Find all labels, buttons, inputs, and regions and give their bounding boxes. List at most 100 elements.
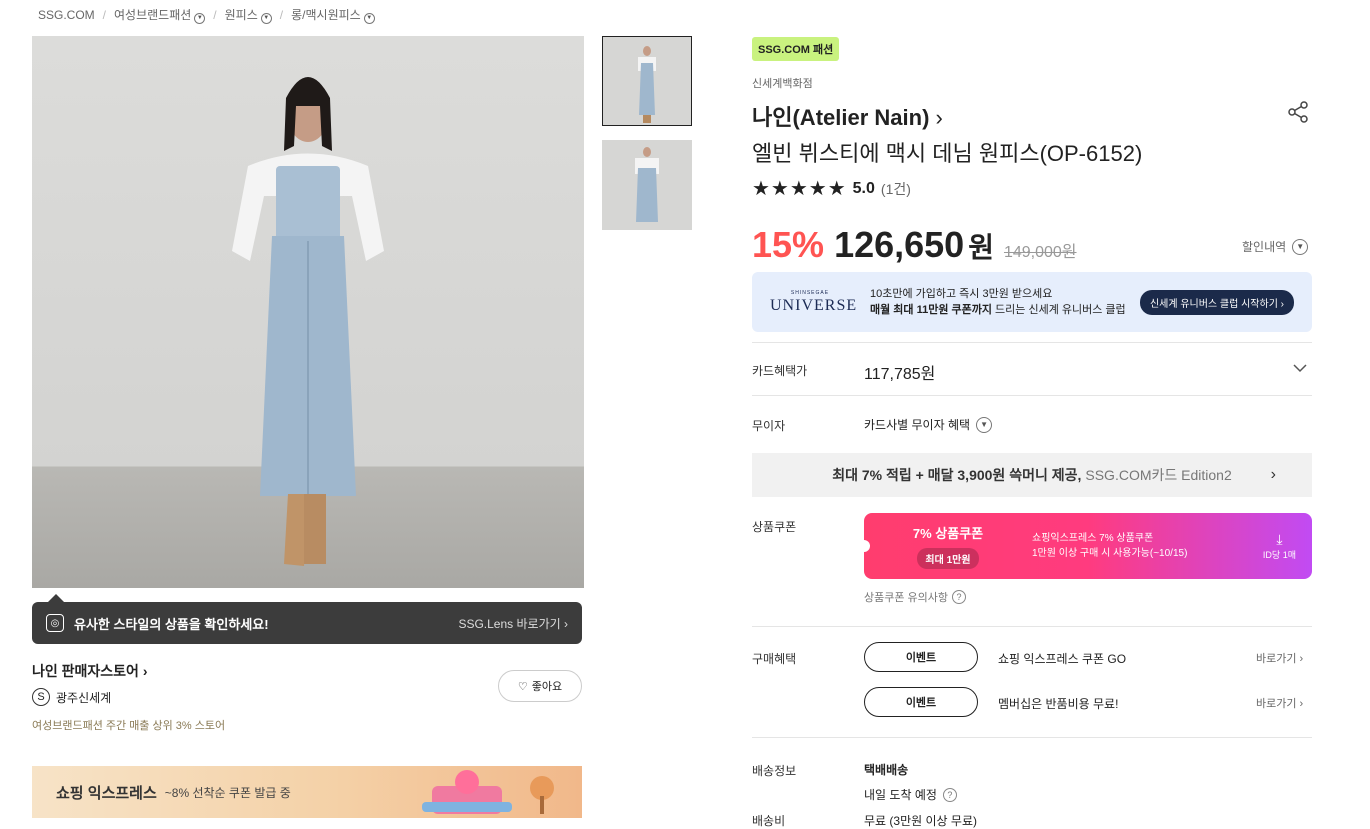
coupon-limit: ID당 1매: [1262, 550, 1296, 560]
lens-link-label: SSG.Lens 바로가기: [458, 616, 561, 631]
thumbnail-photo: [638, 46, 656, 123]
store-name: 나인 판매자스토어: [32, 663, 139, 679]
chevron-down-icon: ▼: [976, 416, 993, 433]
coupon-notch: [858, 540, 870, 552]
universe-logo-text: UNIVERSE: [770, 296, 858, 314]
product-title: 엘빈 뷔스티에 맥시 데님 원피스(OP-6152): [752, 141, 1143, 166]
product-main-image[interactable]: [32, 36, 584, 588]
ssg-card-banner[interactable]: 최대 7% 적립 + 매달 3,900원 쓱머니 제공, SSG.COM카드 E…: [752, 453, 1312, 497]
event-text: 멤버십은 반품비용 무료!: [998, 697, 1119, 711]
universe-line2-rest: 드리는 신세계 유니버스 클럽: [992, 304, 1126, 316]
question-icon[interactable]: ?: [942, 787, 957, 802]
store-branch: S 광주신세계: [32, 688, 111, 706]
universe-logo-small: SHINSEGAE: [790, 289, 830, 296]
department-store: 신세계백화점: [752, 78, 813, 90]
crumb-label: 롱/맥시원피스: [291, 8, 361, 22]
event-link[interactable]: 바로가기 ›: [1256, 650, 1303, 666]
ssg-card-name: SSG.COM카드 Edition2: [1085, 467, 1232, 483]
promo-illustration: [422, 770, 554, 814]
currency-unit: 원: [968, 232, 994, 263]
shipping-method: 택배배송: [864, 763, 909, 777]
sale-price: 126,650: [834, 224, 965, 265]
chevron-down-icon: ▼: [1292, 238, 1309, 255]
event-link-label: 바로가기: [1256, 698, 1297, 710]
coupon-max: 최대 1만원: [917, 548, 979, 569]
ssg-lens-bar[interactable]: ◎ 유사한 스타일의 상품을 확인하세요! SSG.Lens 바로가기 ›: [32, 594, 582, 644]
lens-icon: ◎: [46, 614, 64, 632]
discount-history-label: 할인내역: [1242, 240, 1287, 254]
shipping-eta: 내일 도착 예정 ?: [864, 786, 957, 803]
universe-line2-bold: 매월 최대 11만원 쿠폰까지: [870, 304, 992, 316]
coupon-desc: 쇼핑익스프레스 7% 상품쿠폰 1만원 이상 구매 시 사용가능(~10/15): [1032, 531, 1187, 561]
heart-icon: ♡: [517, 680, 528, 693]
discount-history-button[interactable]: 할인내역 ▼: [1242, 238, 1309, 255]
share-icon[interactable]: [1286, 100, 1310, 124]
tooltip-arrow: [48, 594, 64, 602]
coupon-label: 상품쿠폰: [752, 520, 797, 534]
event-button[interactable]: 이벤트: [864, 642, 978, 672]
crumb-subcategory[interactable]: 원피스 ▼: [225, 6, 272, 24]
brand-name: 나인(Atelier Nain): [752, 105, 930, 130]
event-link-label: 바로가기: [1256, 653, 1297, 665]
chevron-down-icon: ▼: [194, 12, 206, 24]
card-benefit-price: 117,785원: [864, 366, 936, 383]
universe-text: 10초만에 가입하고 즉시 3만원 받으세요 매월 최대 11만원 쿠폰까지 드…: [870, 286, 1126, 318]
ssg-card-bold: 최대 7% 적립 + 매달 3,900원 쓱머니 제공,: [832, 467, 1082, 483]
rating[interactable]: ★★★★★ 5.0 (1건): [752, 176, 911, 201]
universe-line2: 매월 최대 11만원 쿠폰까지 드리는 신세계 유니버스 클럽: [870, 302, 1126, 318]
thumbnail-2[interactable]: [602, 140, 692, 230]
store-branch-label: 광주신세계: [56, 690, 112, 705]
coupon-desc-line2: 1만원 이상 구매 시 사용가능(~10/15): [1032, 548, 1188, 559]
crumb-separator: /: [279, 7, 284, 22]
question-icon: ?: [952, 590, 967, 604]
purchase-benefit-label: 구매혜택: [752, 652, 797, 666]
mall-tag: SSG.COM 패션: [752, 37, 840, 61]
coupon-desc-line1: 쇼핑익스프레스 7% 상품쿠폰: [1032, 533, 1154, 544]
universe-logo: SHINSEGAE UNIVERSE: [770, 289, 856, 314]
coupon-note-link[interactable]: 상품쿠폰 유의사항 ?: [864, 589, 967, 605]
universe-line1: 10초만에 가입하고 즉시 3만원 받으세요: [870, 288, 1053, 300]
coupon-left: 7% 상품쿠폰 최대 1만원: [864, 523, 1032, 569]
no-interest-button[interactable]: 카드사별 무이자 혜택 ▼: [864, 416, 993, 433]
promo-subtitle: ~8% 선착순 쿠폰 발급 중: [164, 785, 291, 800]
store-link[interactable]: 나인 판매자스토어 ›: [32, 661, 148, 681]
model-photo: [232, 77, 384, 566]
chevron-right-icon: ›: [935, 105, 943, 130]
shopping-express-banner[interactable]: 쇼핑 익스프레스 ~8% 선착순 쿠폰 발급 중: [32, 766, 582, 818]
store-rank: 여성브랜드패션 주간 매출 상위 3% 스토어: [32, 720, 226, 732]
crumb-category[interactable]: 여성브랜드패션 ▼: [114, 6, 206, 24]
universe-cta-button[interactable]: 신세계 유니버스 클럽 시작하기 ›: [1139, 289, 1294, 315]
divider: [752, 626, 1312, 627]
event-button[interactable]: 이벤트: [864, 687, 978, 717]
no-interest-value: 카드사별 무이자 혜택: [864, 418, 971, 432]
brand-link[interactable]: 나인(Atelier Nain) ›: [752, 100, 943, 132]
download-icon: ⤓: [1276, 531, 1283, 547]
coupon-note-label: 상품쿠폰 유의사항: [864, 592, 949, 604]
chevron-down-icon[interactable]: [1292, 360, 1308, 376]
promo-title: 쇼핑 익스프레스: [56, 784, 157, 802]
like-button[interactable]: ♡ 좋아요: [498, 670, 582, 702]
crumb-leaf[interactable]: 롱/맥시원피스 ▼: [291, 6, 375, 24]
divider: [752, 737, 1312, 738]
shipping-eta-label: 내일 도착 예정: [864, 788, 937, 802]
breadcrumb: SSG.COM / 여성브랜드패션 ▼ / 원피스 ▼ / 롱/맥시원피스 ▼: [38, 6, 375, 24]
event-link[interactable]: 바로가기 ›: [1256, 695, 1303, 711]
divider: [752, 342, 1312, 343]
chevron-down-icon: ▼: [260, 12, 272, 24]
chevron-right-icon: ›: [1270, 466, 1276, 483]
chevron-down-icon: ▼: [363, 12, 375, 24]
original-price: 149,000원: [1003, 244, 1077, 261]
event-text: 쇼핑 익스프레스 쿠폰 GO: [998, 652, 1127, 666]
coupon-download: ⤓ ID당 1매: [1263, 531, 1296, 561]
shipping-fee-label: 배송비: [752, 814, 786, 828]
card-benefit-label: 카드혜택가: [752, 364, 808, 378]
rating-score: 5.0: [852, 179, 875, 197]
lens-link[interactable]: SSG.Lens 바로가기 ›: [458, 615, 568, 632]
crumb-home[interactable]: SSG.COM: [38, 8, 95, 22]
thumbnail-1[interactable]: [602, 36, 692, 126]
coupon-download-card[interactable]: 7% 상품쿠폰 최대 1만원 쇼핑익스프레스 7% 상품쿠폰 1만원 이상 구매…: [858, 513, 1312, 579]
review-count: (1건): [880, 180, 911, 197]
crumb-label: 원피스: [224, 8, 258, 22]
universe-club-banner[interactable]: SHINSEGAE UNIVERSE 10초만에 가입하고 즉시 3만원 받으세요…: [752, 272, 1312, 332]
shipping-fee: 무료 (3만원 이상 무료): [864, 814, 977, 828]
